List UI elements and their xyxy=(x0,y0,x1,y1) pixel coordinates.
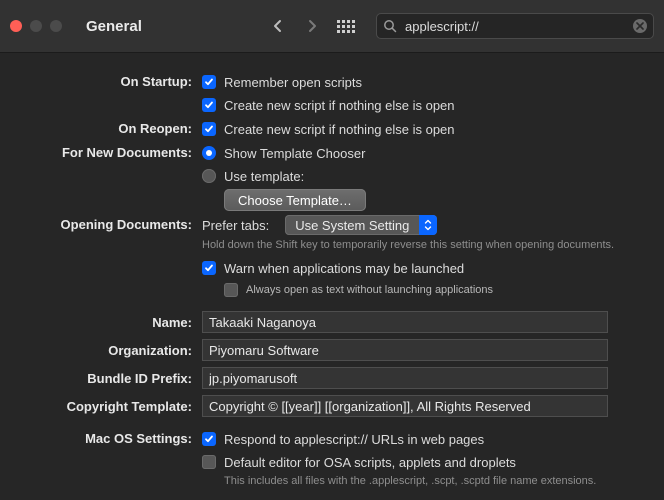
reopen-create-new-script-checkbox[interactable] xyxy=(202,122,216,136)
respond-applescript-url-checkbox[interactable] xyxy=(202,432,216,446)
forward-button[interactable] xyxy=(304,18,320,34)
window-title: General xyxy=(86,18,142,35)
window-controls xyxy=(10,20,62,32)
content-area: On Startup: Remember open scripts Create… xyxy=(0,52,664,500)
default-osa-editor-hint: This includes all files with the .apples… xyxy=(224,475,640,487)
bundle-id-prefix-field[interactable] xyxy=(202,367,608,389)
preferences-window: General xyxy=(0,0,664,500)
titlebar: General xyxy=(0,0,664,52)
copyright-template-label: Copyright Template: xyxy=(0,399,202,414)
warn-launch-label: Warn when applications may be launched xyxy=(224,261,464,276)
always-open-text-checkbox[interactable] xyxy=(224,283,238,297)
prefer-tabs-label: Prefer tabs: xyxy=(202,218,269,233)
search-icon xyxy=(383,19,397,33)
minimize-window-button[interactable] xyxy=(30,20,42,32)
x-icon xyxy=(636,22,644,30)
show-template-chooser-radio[interactable] xyxy=(202,146,216,160)
copyright-template-field[interactable] xyxy=(202,395,608,417)
grid-icon xyxy=(337,20,355,33)
prefer-tabs-value: Use System Setting xyxy=(295,218,409,233)
clear-search-button[interactable] xyxy=(633,19,647,33)
search-input[interactable] xyxy=(403,18,627,35)
search-field-wrapper[interactable] xyxy=(376,13,654,39)
name-label: Name: xyxy=(0,315,202,330)
warn-launch-checkbox[interactable] xyxy=(202,261,216,275)
prefer-tabs-hint: Hold down the Shift key to temporarily r… xyxy=(202,239,640,251)
on-startup-label: On Startup: xyxy=(0,72,202,115)
default-osa-editor-label: Default editor for OSA scripts, applets … xyxy=(224,455,516,470)
remember-open-scripts-label: Remember open scripts xyxy=(224,75,362,90)
zoom-window-button[interactable] xyxy=(50,20,62,32)
opening-documents-label: Opening Documents: xyxy=(0,215,202,299)
startup-create-new-script-checkbox[interactable] xyxy=(202,98,216,112)
close-window-button[interactable] xyxy=(10,20,22,32)
use-template-radio[interactable] xyxy=(202,169,216,183)
name-field[interactable] xyxy=(202,311,608,333)
toolbar-nav xyxy=(270,18,354,34)
respond-applescript-url-label: Respond to applescript:// URLs in web pa… xyxy=(224,432,484,447)
mac-os-settings-label: Mac OS Settings: xyxy=(0,429,202,487)
back-button[interactable] xyxy=(270,18,286,34)
choose-template-button[interactable]: Choose Template… xyxy=(224,189,366,211)
bundle-id-prefix-label: Bundle ID Prefix: xyxy=(0,371,202,386)
reopen-create-new-script-label: Create new script if nothing else is ope… xyxy=(224,122,455,137)
prefer-tabs-popup[interactable]: Use System Setting xyxy=(285,215,437,235)
organization-label: Organization: xyxy=(0,343,202,358)
new-documents-label: For New Documents: xyxy=(0,143,202,211)
organization-field[interactable] xyxy=(202,339,608,361)
on-reopen-label: On Reopen: xyxy=(0,119,202,139)
default-osa-editor-checkbox[interactable] xyxy=(202,455,216,469)
remember-open-scripts-checkbox[interactable] xyxy=(202,75,216,89)
use-template-label: Use template: xyxy=(224,169,304,184)
startup-create-new-script-label: Create new script if nothing else is ope… xyxy=(224,98,455,113)
popup-arrows-icon xyxy=(419,215,437,235)
show-template-chooser-label: Show Template Chooser xyxy=(224,146,365,161)
always-open-text-label: Always open as text without launching ap… xyxy=(246,284,493,296)
show-all-button[interactable] xyxy=(338,18,354,34)
